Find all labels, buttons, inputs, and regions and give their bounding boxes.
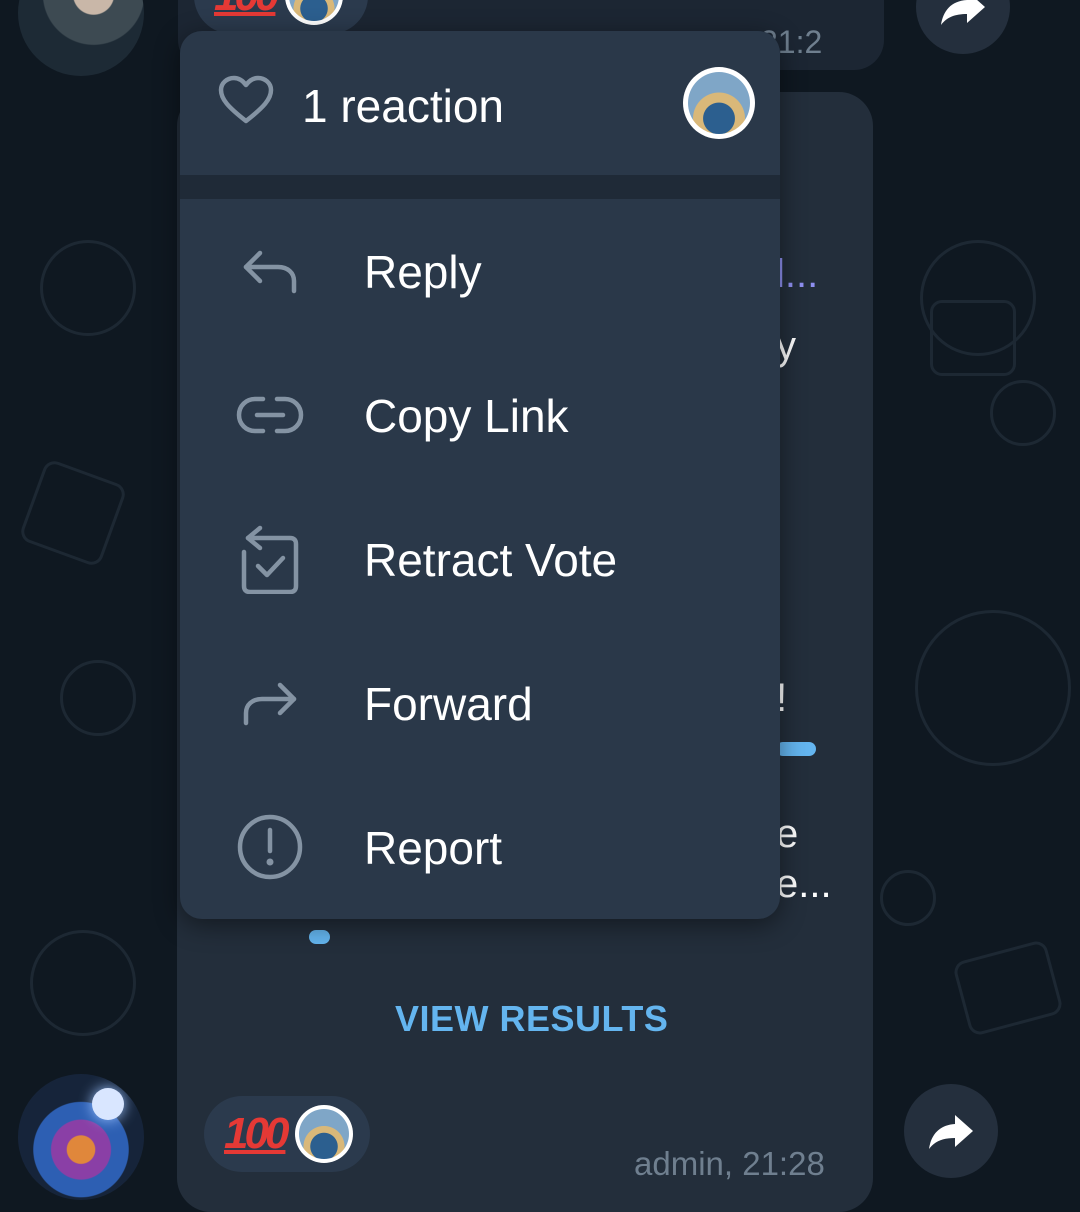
menu-item-label: Forward bbox=[364, 678, 533, 730]
background-doodle bbox=[990, 380, 1056, 446]
menu-item-label: Retract Vote bbox=[364, 534, 618, 586]
reactor-avatar bbox=[295, 1105, 354, 1163]
reaction-chip[interactable]: 100 bbox=[204, 1096, 370, 1172]
retract-vote-icon bbox=[232, 525, 308, 594]
menu-divider bbox=[180, 175, 780, 199]
menu-item-copy-link[interactable]: Copy Link bbox=[180, 343, 780, 487]
reply-icon bbox=[232, 237, 308, 305]
hundred-emoji: 100 bbox=[224, 1109, 289, 1158]
share-arrow-icon bbox=[929, 1115, 973, 1149]
background-doodle bbox=[60, 660, 136, 736]
reaction-chip[interactable]: 100 bbox=[194, 0, 368, 34]
background-doodle bbox=[40, 240, 136, 336]
poll-text-fragment: e... bbox=[776, 862, 832, 906]
share-arrow-icon bbox=[941, 0, 985, 25]
background-doodle bbox=[17, 457, 129, 569]
background-doodle bbox=[930, 300, 1016, 376]
reactor-avatar bbox=[683, 67, 755, 139]
background-doodle bbox=[951, 938, 1065, 1038]
background-doodle bbox=[915, 610, 1071, 766]
menu-item-label: Reply bbox=[364, 246, 482, 298]
menu-item-reply[interactable]: Reply bbox=[180, 199, 780, 343]
reactor-avatar bbox=[285, 0, 344, 25]
hundred-emoji: 100 bbox=[214, 0, 279, 21]
menu-item-report[interactable]: Report bbox=[180, 775, 780, 919]
poll-text-fragment: l... bbox=[776, 252, 819, 296]
poll-result-bar bbox=[776, 742, 816, 756]
menu-item-retract-vote[interactable]: Retract Vote bbox=[180, 487, 780, 631]
background-doodle bbox=[30, 930, 136, 1036]
poll-result-bar bbox=[309, 930, 330, 944]
background-doodle bbox=[880, 870, 936, 926]
menu-item-label: Report bbox=[364, 822, 503, 874]
menu-item-forward[interactable]: Forward bbox=[180, 631, 780, 775]
forward-button[interactable] bbox=[904, 1084, 998, 1178]
message-context-menu: 1 reaction Reply Copy Link Retract Vote … bbox=[180, 31, 780, 919]
view-results-button[interactable]: VIEW RESULTS bbox=[395, 998, 668, 1040]
forward-icon bbox=[232, 669, 308, 737]
sender-avatar[interactable] bbox=[18, 1074, 144, 1200]
menu-item-label: Copy Link bbox=[364, 390, 569, 442]
reactions-summary[interactable]: 1 reaction bbox=[180, 31, 780, 175]
sender-avatar[interactable] bbox=[18, 0, 144, 76]
link-icon bbox=[232, 381, 308, 449]
reaction-count-label: 1 reaction bbox=[302, 80, 505, 132]
message-meta: admin, 21:28 bbox=[634, 1145, 825, 1182]
forward-button[interactable] bbox=[916, 0, 1010, 54]
heart-icon bbox=[218, 75, 274, 124]
report-icon bbox=[232, 813, 308, 881]
